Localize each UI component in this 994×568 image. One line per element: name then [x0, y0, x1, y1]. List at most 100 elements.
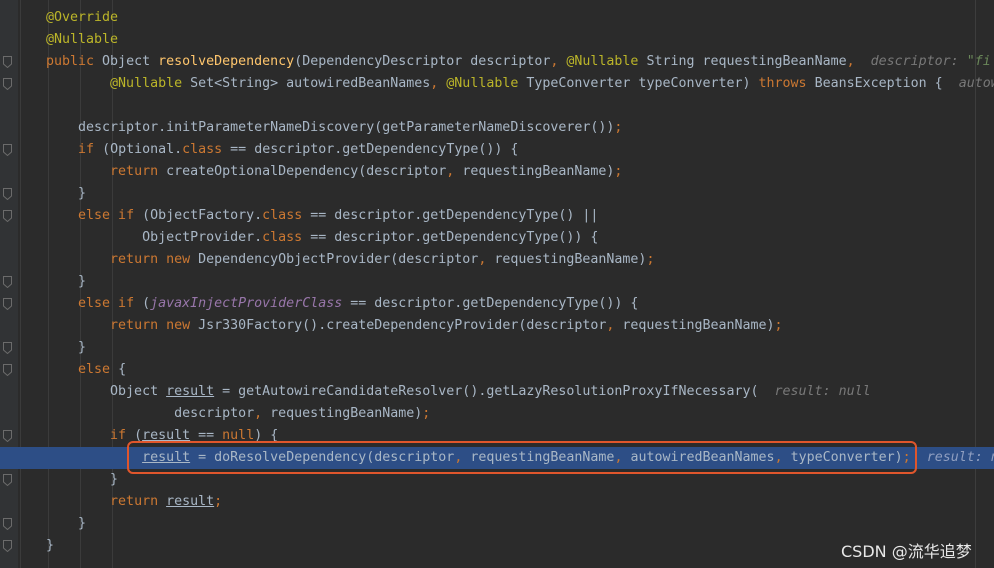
code-text: else if (javaxInjectProviderClass == des… [46, 293, 638, 315]
inline-debug-hint: result: null [774, 384, 871, 399]
code-token: Object [102, 54, 159, 69]
code-text: descriptor.initParameterNameDiscovery(ge… [46, 117, 622, 139]
code-token: (DependencyDescriptor descriptor [294, 54, 551, 69]
fold-marker-icon[interactable] [3, 210, 12, 222]
code-token: requestingBeanName) [270, 406, 423, 421]
code-line[interactable]: return result; [0, 491, 994, 513]
code-token: class [262, 230, 311, 245]
code-token: return [110, 164, 167, 179]
fold-marker-icon[interactable] [3, 188, 12, 200]
fold-marker-icon[interactable] [3, 276, 12, 288]
code-token: { [118, 362, 127, 377]
code-line[interactable]: else if (javaxInjectProviderClass == des… [0, 293, 994, 315]
watermark: CSDN @流华追梦 [841, 542, 972, 561]
code-token: requestingBeanName) [494, 252, 647, 267]
code-line[interactable] [0, 95, 994, 117]
fold-marker-icon[interactable] [3, 540, 12, 552]
code-text: else if (ObjectFactory.class == descript… [46, 205, 598, 227]
code-token: descriptor.initParameterNameDiscovery(ge… [46, 120, 615, 135]
code-text: } [46, 337, 86, 359]
code-line[interactable]: } [0, 183, 994, 205]
code-text: @Override [46, 7, 118, 29]
fold-marker-icon[interactable] [3, 56, 12, 68]
code-text: descriptor, requestingBeanName); [46, 403, 430, 425]
code-token: requestingBeanName) [462, 164, 615, 179]
code-token: == descriptor.getDependencyType()) { [230, 142, 519, 157]
code-token: } [46, 516, 87, 531]
code-line[interactable]: @Nullable Set<String> autowiredBeanNames… [0, 73, 994, 95]
code-token: } [46, 274, 87, 289]
code-text: @Nullable Set<String> autowiredBeanNames… [46, 73, 994, 95]
code-text: public Object resolveDependency(Dependen… [46, 51, 991, 73]
code-token: , [846, 54, 871, 69]
code-text: ObjectProvider.class == descriptor.getDe… [46, 227, 598, 249]
fold-marker-icon[interactable] [3, 430, 12, 442]
code-token: resolveDependency [158, 54, 295, 69]
code-text: return createOptionalDependency(descript… [46, 161, 622, 183]
code-token: String requestingBeanName [646, 54, 847, 69]
code-token: ( [142, 296, 151, 311]
code-token: , [478, 252, 495, 267]
code-token: class [182, 142, 231, 157]
code-token: , [606, 318, 623, 333]
code-token: class [262, 208, 311, 223]
code-text: else { [46, 359, 126, 381]
code-text: } [46, 513, 86, 535]
code-text: @Nullable [46, 29, 118, 51]
fold-marker-icon[interactable] [3, 342, 12, 354]
fold-marker-icon[interactable] [3, 518, 12, 530]
code-token: == descriptor.getDependencyType() || [310, 208, 599, 223]
code-token: return new [110, 318, 199, 333]
code-token: @Override [46, 10, 119, 25]
code-token: ; [422, 406, 431, 421]
code-token: @Nullable [110, 76, 191, 91]
code-token: else if [78, 296, 143, 311]
code-line[interactable]: } [0, 271, 994, 293]
code-line[interactable]: else if (ObjectFactory.class == descript… [0, 205, 994, 227]
code-token: result [166, 494, 215, 509]
code-line[interactable]: descriptor, requestingBeanName); [0, 403, 994, 425]
code-token: == descriptor.getDependencyType()) { [310, 230, 599, 245]
code-line[interactable]: @Nullable [0, 29, 994, 51]
code-line[interactable]: else { [0, 359, 994, 381]
code-token: Set<String> autowiredBeanNames [190, 76, 431, 91]
code-line[interactable]: return new DependencyObjectProvider(desc… [0, 249, 994, 271]
fold-marker-icon[interactable] [3, 298, 12, 310]
code-token: == descriptor.getDependencyType()) { [342, 296, 639, 311]
code-line[interactable]: @Override [0, 7, 994, 29]
code-line[interactable]: Object result = getAutowireCandidateReso… [0, 381, 994, 403]
code-token: @Nullable [566, 54, 647, 69]
code-token: result [166, 384, 215, 399]
fold-marker-icon[interactable] [3, 474, 12, 486]
code-token: "fi [966, 54, 991, 69]
code-token: Jsr330Factory().createDependencyProvider… [198, 318, 607, 333]
code-token: requestingBeanName) [622, 318, 775, 333]
code-token: DependencyObjectProvider(descriptor [198, 252, 479, 267]
code-line[interactable]: return new Jsr330Factory().createDepende… [0, 315, 994, 337]
code-line[interactable]: } [0, 337, 994, 359]
code-line[interactable]: if (Optional.class == descriptor.getDepe… [0, 139, 994, 161]
code-line[interactable]: public Object resolveDependency(Dependen… [0, 51, 994, 73]
fold-marker-icon[interactable] [3, 364, 12, 376]
code-token: throws [758, 76, 815, 91]
code-line[interactable]: return createOptionalDependency(descript… [0, 161, 994, 183]
code-text: if (Optional.class == descriptor.getDepe… [46, 139, 518, 161]
code-token: (ObjectFactory. [142, 208, 263, 223]
code-line[interactable]: descriptor.initParameterNameDiscovery(ge… [0, 117, 994, 139]
code-text: Object result = getAutowireCandidateReso… [46, 381, 871, 403]
fold-marker-icon[interactable] [3, 78, 12, 90]
code-editor[interactable]: @Override @Nullable public Object resolveD… [0, 0, 994, 568]
code-line[interactable]: ObjectProvider.class == descriptor.getDe… [0, 227, 994, 249]
fold-marker-icon[interactable] [3, 144, 12, 156]
code-token: } [46, 472, 119, 487]
inline-debug-hint: autow [958, 76, 994, 91]
code-line[interactable]: } [0, 513, 994, 535]
code-token: ; [774, 318, 783, 333]
code-token: createOptionalDependency(descriptor [166, 164, 447, 179]
